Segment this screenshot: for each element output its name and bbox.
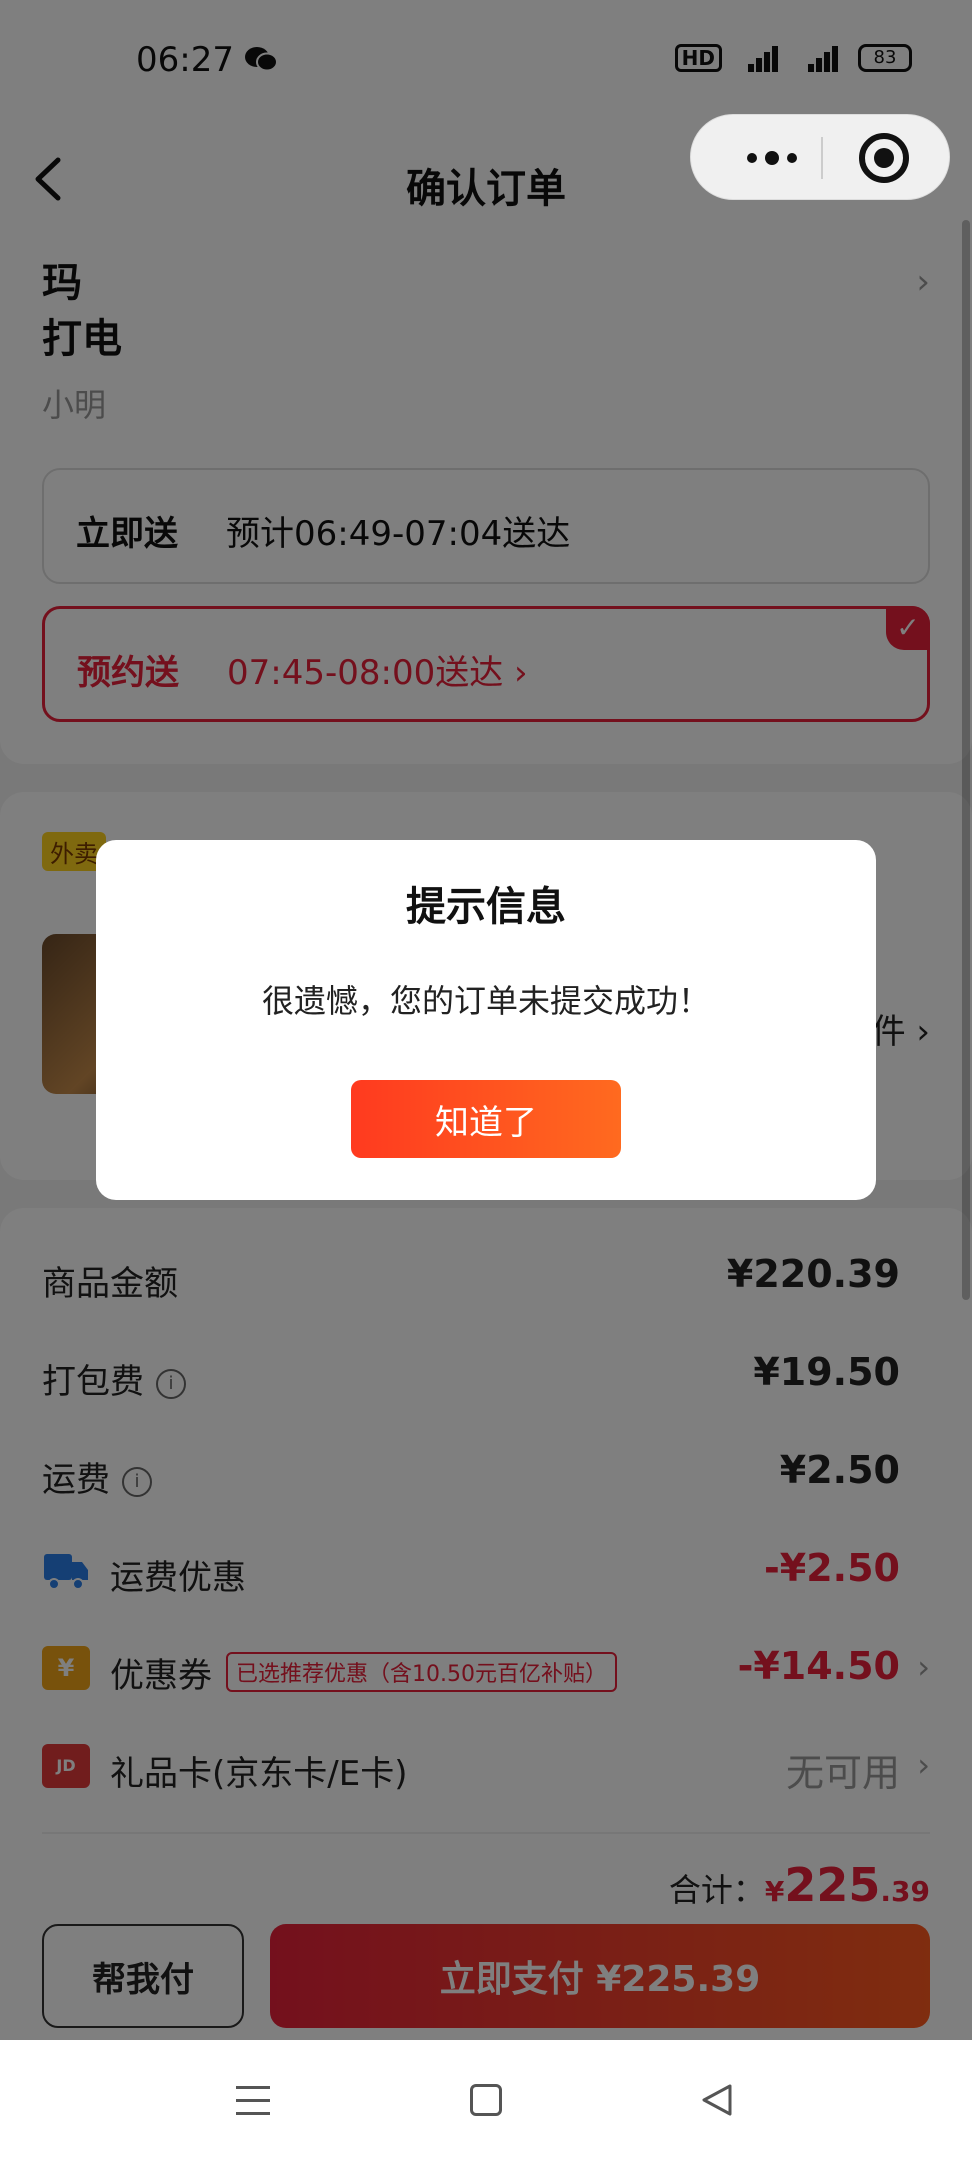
- scrollbar[interactable]: [962, 220, 970, 1300]
- mini-program-capsule: [690, 114, 950, 200]
- alert-dialog: 提示信息 很遗憾，您的订单未提交成功！ 知道了: [96, 840, 876, 1200]
- dialog-title: 提示信息: [406, 884, 566, 930]
- menu-icon[interactable]: [236, 2086, 270, 2116]
- home-icon[interactable]: [470, 2084, 502, 2116]
- system-nav-bar: [0, 2040, 972, 2160]
- target-icon[interactable]: [859, 133, 909, 183]
- capsule-separator: [821, 137, 823, 179]
- dialog-ok-button[interactable]: 知道了: [351, 1080, 621, 1158]
- dialog-message: 很遗憾，您的订单未提交成功！: [261, 982, 710, 1020]
- more-dots-icon[interactable]: [727, 115, 817, 201]
- back-triangle-icon[interactable]: [700, 2082, 734, 2118]
- app-root: 06:27 HD 83 确认订单 玛 › 打电 小明 立即送 预计06:49-: [0, 0, 972, 2160]
